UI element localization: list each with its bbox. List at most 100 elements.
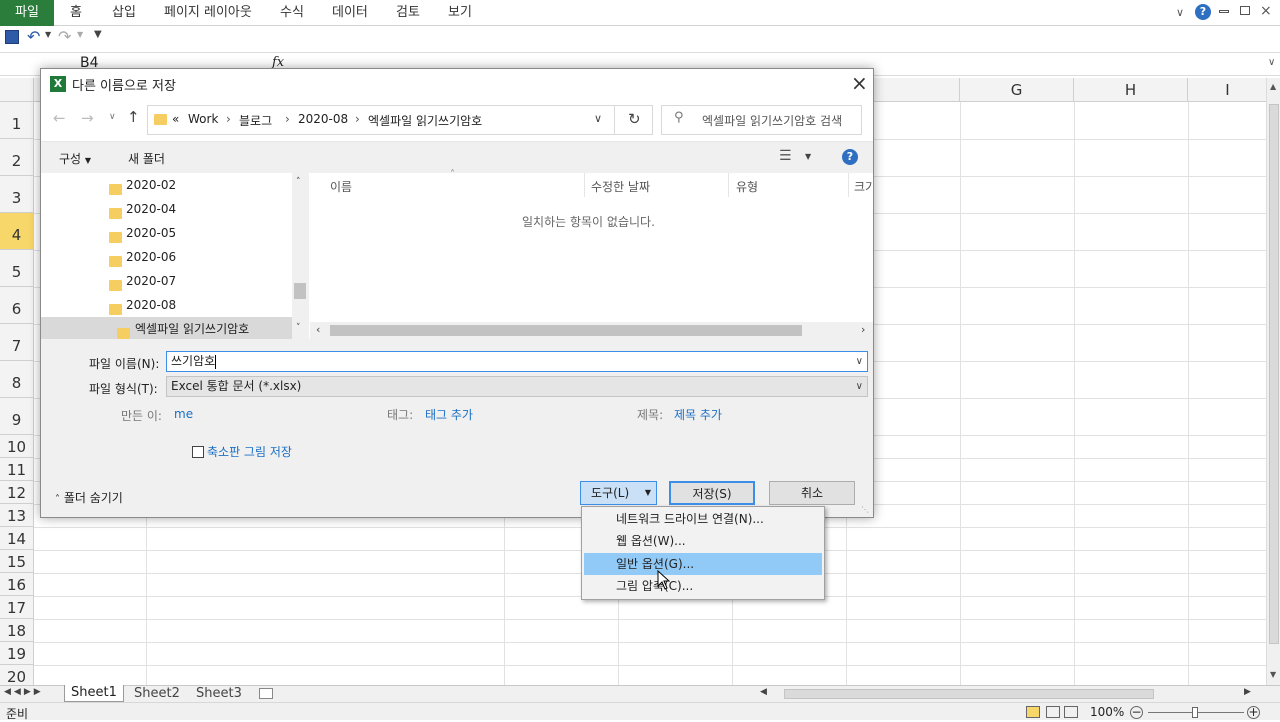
folder-tree[interactable]: 2020-02 2020-04 2020-05 2020-06 2020-07 … <box>41 173 309 339</box>
hide-folders-toggle[interactable]: ˄ 폴더 숨기기 <box>55 489 123 506</box>
tab-file[interactable]: 파일 <box>0 0 54 26</box>
column-header-h[interactable]: H <box>1074 78 1188 102</box>
row-header[interactable]: 7 <box>0 324 34 361</box>
scroll-down-icon[interactable]: ▼ <box>1270 670 1276 679</box>
redo-icon[interactable]: ↷ <box>58 27 71 46</box>
breadcrumb-separator-icon[interactable]: › <box>355 112 360 126</box>
save-icon[interactable] <box>5 30 19 44</box>
close-icon[interactable]: × <box>851 71 868 95</box>
row-header[interactable]: 20 <box>0 665 34 685</box>
save-button[interactable]: 저장(S) <box>669 481 755 505</box>
breadcrumb-2020-08[interactable]: 2020-08 <box>298 112 348 126</box>
hscroll-thumb[interactable] <box>784 689 1154 699</box>
help-icon[interactable]: ? <box>1195 4 1211 20</box>
row-header[interactable]: 9 <box>0 398 34 435</box>
column-divider[interactable] <box>584 173 585 197</box>
breadcrumb-work[interactable]: Work <box>188 112 218 126</box>
filename-input[interactable]: 쓰기암호 ∨ <box>166 351 868 372</box>
filetype-dropdown-icon[interactable]: ∨ <box>856 377 863 396</box>
tree-scrollbar[interactable]: ˄ ˅ <box>292 173 309 339</box>
thumbnail-checkbox[interactable] <box>192 446 204 458</box>
refresh-button[interactable]: ↻ <box>614 105 653 135</box>
file-list[interactable]: ˄ 이름 수정한 날짜 유형 크기 일치하는 항목이 없습니다. ‹ › <box>310 169 873 339</box>
row-header[interactable]: 3 <box>0 176 34 213</box>
menu-item-web-options[interactable]: 웹 옵션(W)... <box>584 530 822 552</box>
zoom-in-icon[interactable]: + <box>1247 706 1260 719</box>
select-all-corner[interactable] <box>0 78 34 102</box>
tree-item[interactable]: 2020-04 <box>41 197 292 221</box>
resize-grip-icon[interactable]: ⋱ <box>861 505 869 514</box>
redo-dropdown-icon[interactable]: ▼ <box>77 30 83 39</box>
scroll-thumb[interactable] <box>294 283 306 299</box>
sheet-nav-icon[interactable]: ◀◀▶▶ <box>4 687 44 697</box>
tab-insert[interactable]: 삽입 <box>112 0 136 26</box>
undo-dropdown-icon[interactable]: ▼ <box>45 30 51 39</box>
row-header[interactable]: 6 <box>0 287 34 324</box>
back-icon[interactable]: ← <box>53 109 66 127</box>
column-type[interactable]: 유형 <box>736 178 758 195</box>
vertical-scrollbar[interactable]: ▲ ▼ <box>1266 78 1280 685</box>
breadcrumb-current[interactable]: 엑셀파일 읽기쓰기암호 <box>368 112 482 129</box>
minimize-icon[interactable] <box>1219 10 1229 13</box>
row-header[interactable]: 12 <box>0 481 34 504</box>
scroll-right-icon[interactable]: › <box>861 323 865 336</box>
tree-item-selected[interactable]: 엑셀파일 읽기쓰기암호 <box>41 317 292 339</box>
row-header[interactable]: 14 <box>0 527 34 550</box>
column-header-g[interactable]: G <box>960 78 1074 102</box>
scroll-down-icon[interactable]: ˅ <box>296 323 301 333</box>
title-add-link[interactable]: 제목 추가 <box>674 406 722 423</box>
row-header[interactable]: 13 <box>0 504 34 527</box>
filename-dropdown-icon[interactable]: ∨ <box>856 352 863 371</box>
view-options-icon[interactable]: ☰ <box>779 148 792 164</box>
recent-locations-icon[interactable]: ∨ <box>109 112 116 122</box>
expand-formula-icon[interactable]: ∨ <box>1268 57 1275 68</box>
row-header[interactable]: 8 <box>0 361 34 398</box>
zoom-slider-thumb[interactable] <box>1192 707 1198 718</box>
tab-page-layout[interactable]: 페이지 레이아웃 <box>164 0 252 26</box>
address-dropdown-icon[interactable]: ∨ <box>594 112 602 125</box>
thumbnail-label[interactable]: 축소판 그림 저장 <box>207 443 292 460</box>
address-bar[interactable]: « Work › 블로그 › 2020-08 › 엑셀파일 읽기쓰기암호 ∨ <box>147 105 653 135</box>
zoom-level[interactable]: 100% <box>1090 705 1124 719</box>
new-sheet-icon[interactable] <box>259 688 273 699</box>
row-header[interactable]: 16 <box>0 573 34 596</box>
close-workbook-icon[interactable]: × <box>1260 3 1272 19</box>
tree-item[interactable]: 2020-05 <box>41 221 292 245</box>
author-value[interactable]: me <box>174 407 193 421</box>
menu-item-map-network-drive[interactable]: 네트워크 드라이브 연결(N)... <box>584 508 822 530</box>
undo-icon[interactable]: ↶ <box>27 27 40 46</box>
row-header[interactable]: 1 <box>0 102 34 139</box>
tab-data[interactable]: 데이터 <box>332 0 368 26</box>
tree-item[interactable]: 2020-06 <box>41 245 292 269</box>
zoom-out-icon[interactable]: − <box>1130 706 1143 719</box>
organize-button[interactable]: 구성 ▼ <box>59 150 91 167</box>
column-divider[interactable] <box>728 173 729 197</box>
normal-view-icon[interactable] <box>1026 706 1040 718</box>
new-folder-button[interactable]: 새 폴더 <box>128 150 165 167</box>
row-header[interactable]: 5 <box>0 250 34 287</box>
filetype-select[interactable]: Excel 통합 문서 (*.xlsx) ∨ <box>166 376 868 397</box>
menu-item-general-options[interactable]: 일반 옵션(G)... <box>584 553 822 575</box>
column-modified[interactable]: 수정한 날짜 <box>591 178 650 195</box>
file-list-hscrollbar[interactable]: ‹ › <box>310 322 873 339</box>
tags-add-link[interactable]: 태그 추가 <box>425 406 473 423</box>
hscroll-left-icon[interactable]: ◀ <box>760 687 767 697</box>
up-icon[interactable]: ↑ <box>127 108 140 126</box>
column-size[interactable]: 크기 <box>854 178 873 195</box>
hscroll-right-icon[interactable]: ▶ <box>1244 687 1251 697</box>
tab-home[interactable]: 홈 <box>70 0 82 26</box>
menu-item-compress-pictures[interactable]: 그림 압축(C)... <box>584 575 822 597</box>
row-header[interactable]: 2 <box>0 139 34 176</box>
tools-button[interactable]: 도구(L) ▼ <box>580 481 657 505</box>
column-header-i[interactable]: I <box>1188 78 1266 102</box>
page-break-view-icon[interactable] <box>1064 706 1078 718</box>
scroll-thumb[interactable] <box>330 325 802 336</box>
row-header-selected[interactable]: 4 <box>0 213 34 250</box>
scroll-thumb[interactable] <box>1269 104 1279 644</box>
tree-item[interactable]: 2020-08 <box>41 293 292 317</box>
row-header[interactable]: 17 <box>0 596 34 619</box>
breadcrumb-overflow[interactable]: « <box>172 112 179 126</box>
scroll-up-icon[interactable]: ˄ <box>296 177 301 187</box>
page-layout-view-icon[interactable] <box>1046 706 1060 718</box>
ribbon-collapse-icon[interactable]: ∨ <box>1176 6 1184 19</box>
